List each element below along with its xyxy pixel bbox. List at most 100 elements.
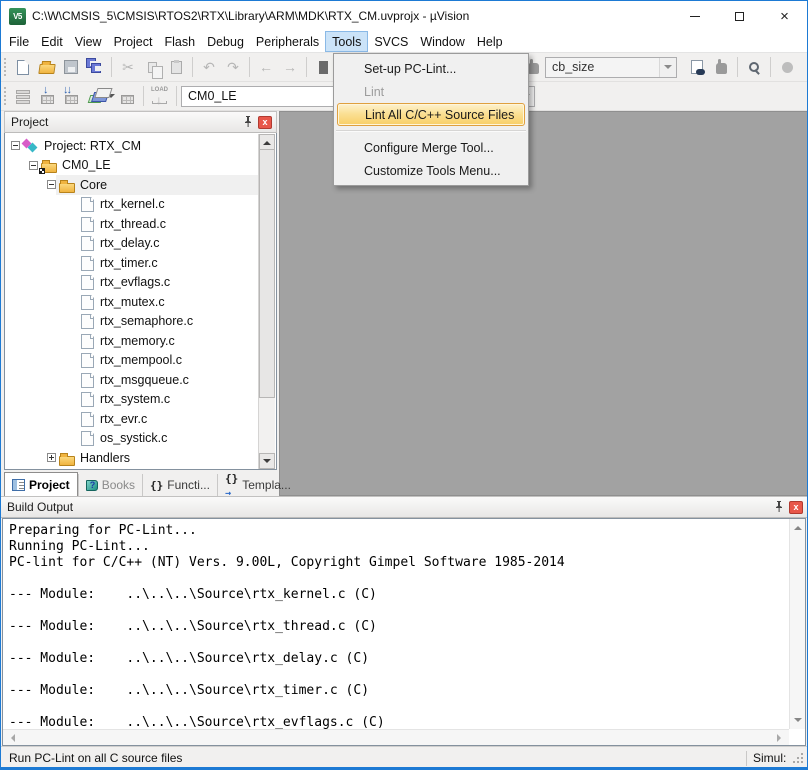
collapse-icon[interactable] bbox=[29, 161, 38, 170]
menu-file[interactable]: File bbox=[3, 31, 35, 52]
build-output-close-button[interactable]: x bbox=[789, 501, 803, 514]
file-icon bbox=[78, 235, 96, 251]
tree-item-rtx-evr-c[interactable]: rtx_evr.c bbox=[5, 409, 258, 429]
tree-item-os-systick-c[interactable]: os_systick.c bbox=[5, 429, 258, 449]
stop-build-icon bbox=[121, 95, 134, 104]
tree-item-content: rtx_evflags.c bbox=[76, 273, 258, 293]
collapse-icon[interactable] bbox=[11, 141, 20, 150]
scrollbar-thumb[interactable] bbox=[259, 150, 275, 398]
stop-build-button[interactable] bbox=[115, 84, 139, 108]
tree-item-label: rtx_thread.c bbox=[100, 217, 166, 231]
toolbar-grip[interactable] bbox=[3, 86, 8, 106]
navigate-hand-icon bbox=[528, 63, 539, 74]
breakpoint-button[interactable] bbox=[775, 55, 799, 79]
save-all-button[interactable] bbox=[83, 55, 107, 79]
batch-build-button[interactable] bbox=[83, 84, 107, 108]
arrow-left-icon bbox=[7, 734, 15, 742]
tree-item-rtx-memory-c[interactable]: rtx_memory.c bbox=[5, 331, 258, 351]
tab-label: Templa... bbox=[242, 478, 291, 492]
minimize-button[interactable] bbox=[672, 1, 717, 31]
tree-item-label: Core bbox=[80, 178, 107, 192]
tree-item-rtx-semaphore-c[interactable]: rtx_semaphore.c bbox=[5, 312, 258, 332]
search-combo-dropdown[interactable] bbox=[659, 58, 676, 77]
menu-tools[interactable]: Tools bbox=[325, 31, 368, 52]
tree-item-rtx-system-c[interactable]: rtx_system.c bbox=[5, 390, 258, 410]
menu-item-configure-merge-tool[interactable]: Configure Merge Tool... bbox=[334, 136, 528, 159]
download-button[interactable]: LOAD ↓ bbox=[148, 84, 172, 108]
title-bar: V5 C:\W\CMSIS_5\CMSIS\RTOS2\RTX\Library\… bbox=[1, 1, 807, 31]
paste-button[interactable] bbox=[164, 55, 188, 79]
find-in-files-button[interactable] bbox=[685, 55, 709, 79]
tree-item-rtx-timer-c[interactable]: rtx_timer.c bbox=[5, 253, 258, 273]
tree-item-rtx-kernel-c[interactable]: rtx_kernel.c bbox=[5, 195, 258, 215]
download-arrow-icon: ↓ bbox=[156, 94, 162, 106]
undo-button[interactable]: ↶ bbox=[197, 55, 221, 79]
menu-edit[interactable]: Edit bbox=[35, 31, 69, 52]
rebuild-button[interactable]: ↓↓ bbox=[59, 84, 83, 108]
tree-item-content: rtx_thread.c bbox=[76, 214, 258, 234]
file-icon bbox=[78, 352, 96, 368]
tree-item-core[interactable]: Core bbox=[5, 175, 258, 195]
project-panel: Project x Project: RTX_CMCM0_LE Core rtx_k… bbox=[1, 111, 277, 496]
navigate-back-button[interactable]: ← bbox=[254, 55, 278, 79]
maximize-button[interactable] bbox=[717, 1, 762, 31]
pin-button[interactable] bbox=[772, 500, 786, 514]
open-file-button[interactable] bbox=[35, 55, 59, 79]
search-combo[interactable]: cb_size bbox=[545, 57, 677, 78]
resize-grip[interactable] bbox=[793, 751, 805, 765]
save-button[interactable] bbox=[59, 55, 83, 79]
menu-help[interactable]: Help bbox=[471, 31, 509, 52]
project-panel-close-button[interactable]: x bbox=[258, 116, 272, 129]
lint-magnifier-button[interactable] bbox=[742, 55, 766, 79]
output-hscrollbar[interactable] bbox=[3, 729, 789, 745]
menu-debug[interactable]: Debug bbox=[201, 31, 250, 52]
tree-item-rtx-mempool-c[interactable]: rtx_mempool.c bbox=[5, 351, 258, 371]
redo-button[interactable]: ↷ bbox=[221, 55, 245, 79]
tree-item-rtx-mutex-c[interactable]: rtx_mutex.c bbox=[5, 292, 258, 312]
tree-item-project-rtx-cm[interactable]: Project: RTX_CM bbox=[5, 136, 258, 156]
navigate-hand-button[interactable] bbox=[709, 55, 733, 79]
menu-peripherals[interactable]: Peripherals bbox=[250, 31, 325, 52]
new-file-button[interactable] bbox=[11, 55, 35, 79]
tree-item-rtx-thread-c[interactable]: rtx_thread.c bbox=[5, 214, 258, 234]
navigate-forward-button[interactable]: → bbox=[278, 55, 302, 79]
scroll-down-button[interactable] bbox=[259, 453, 275, 469]
copy-button[interactable] bbox=[140, 55, 164, 79]
tree-item-handlers[interactable]: Handlers bbox=[5, 448, 258, 468]
expand-icon[interactable] bbox=[47, 453, 56, 462]
tab-functi[interactable]: {}Functi... bbox=[142, 474, 217, 496]
tree-item-content: rtx_kernel.c bbox=[76, 195, 258, 215]
menu-svcs[interactable]: SVCS bbox=[368, 31, 414, 52]
cut-button[interactable]: ✂ bbox=[116, 55, 140, 79]
build-icon: ↓ bbox=[43, 85, 49, 96]
pin-button[interactable] bbox=[241, 115, 255, 129]
tab-books[interactable]: Books bbox=[78, 474, 142, 496]
tree-scrollbar[interactable] bbox=[258, 134, 275, 469]
tree-item-rtx-evflags-c[interactable]: rtx_evflags.c bbox=[5, 273, 258, 293]
project-tab-icon bbox=[12, 479, 25, 491]
arrow-down-icon bbox=[263, 459, 271, 467]
tree-item-rtx-delay-c[interactable]: rtx_delay.c bbox=[5, 234, 258, 254]
redo-icon: ↷ bbox=[227, 60, 239, 74]
scroll-up-button[interactable] bbox=[259, 134, 275, 150]
tab-project[interactable]: Project bbox=[4, 472, 78, 496]
menu-window[interactable]: Window bbox=[414, 31, 470, 52]
output-vscrollbar[interactable] bbox=[789, 519, 805, 729]
tab-templa[interactable]: {}→Templa... bbox=[217, 474, 298, 496]
tree-item-cm0-le[interactable]: CM0_LE bbox=[5, 156, 258, 176]
menu-flash[interactable]: Flash bbox=[158, 31, 201, 52]
translate-icon bbox=[16, 90, 30, 94]
toolbar-grip[interactable] bbox=[3, 57, 8, 77]
translate-button[interactable] bbox=[11, 84, 35, 108]
menu-view[interactable]: View bbox=[69, 31, 108, 52]
menu-item-set-up-pc-lint[interactable]: Set-up PC-Lint... bbox=[334, 57, 528, 80]
menu-item-customize-tools-menu[interactable]: Customize Tools Menu... bbox=[334, 159, 528, 182]
menu-item-lint-all-c-c-source-files[interactable]: Lint All C/C++ Source Files bbox=[337, 103, 525, 126]
collapse-icon[interactable] bbox=[47, 180, 56, 189]
close-button[interactable]: × bbox=[762, 1, 807, 31]
bookmark-button[interactable] bbox=[311, 55, 335, 79]
paste-icon bbox=[171, 61, 182, 74]
tree-item-rtx-msgqueue-c[interactable]: rtx_msgqueue.c bbox=[5, 370, 258, 390]
build-button[interactable]: ↓ bbox=[35, 84, 59, 108]
menu-project[interactable]: Project bbox=[108, 31, 159, 52]
